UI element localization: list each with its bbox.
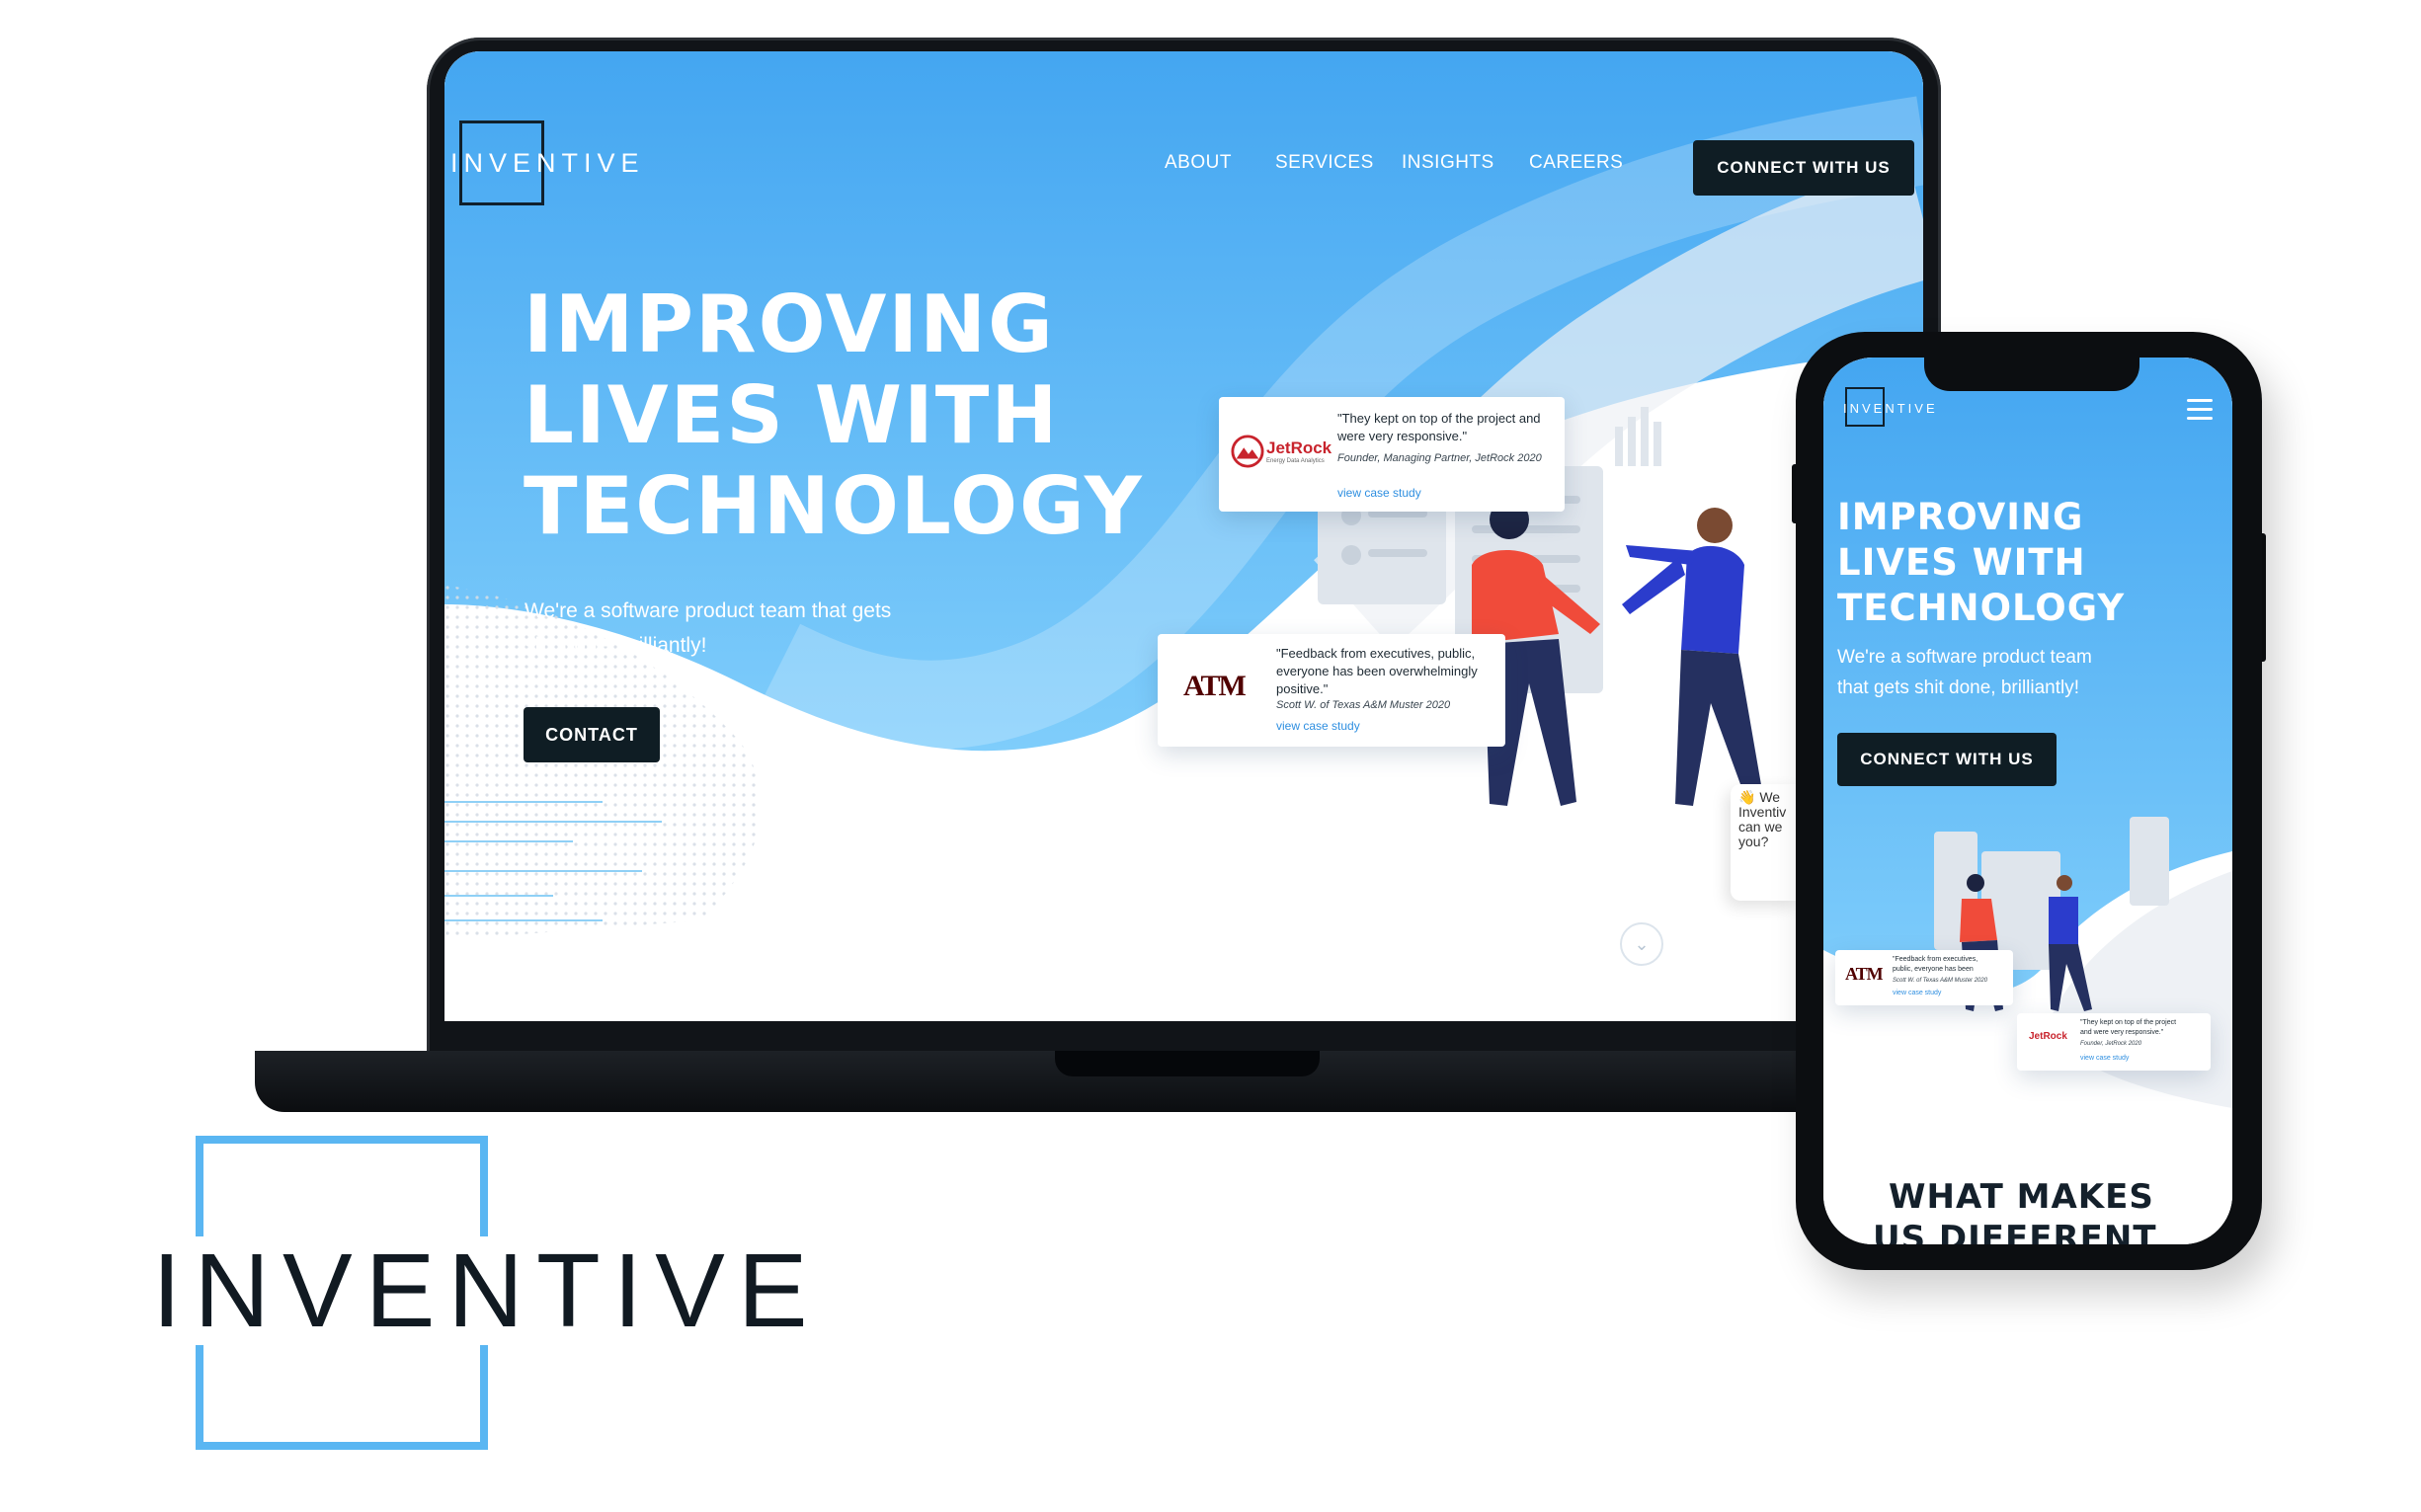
- nav-insights[interactable]: INSIGHTS: [1402, 152, 1494, 174]
- jetrock-quote-line-1: "They kept on top of the project and: [1337, 411, 1541, 426]
- mobile-tamu-author: Scott W. of Texas A&M Muster 2020: [1893, 978, 1988, 984]
- mobile-tamu-logo: ATM: [1845, 964, 1884, 984]
- hero-line-2: LIVES WITH: [524, 369, 1060, 461]
- jetrock-logo-text: JetRock: [1266, 438, 1332, 457]
- mobile-hero-background: [1823, 358, 2232, 1244]
- hero-subtitle-line-1: We're a software product team that gets: [525, 599, 892, 622]
- mobile-logo-text: INVENTIVE: [1843, 401, 1938, 416]
- mobile-testimonial-card-tamu: ATM "Feedback from executives, public, e…: [1835, 950, 2013, 1005]
- connect-with-us-button[interactable]: CONNECT WITH US: [1693, 140, 1914, 196]
- jetrock-logo-icon: [1231, 435, 1264, 468]
- jetrock-logo-tagline: Energy Data Analytics: [1266, 458, 1325, 464]
- mobile-section-heading-line-1: WHAT MAKES: [1889, 1177, 2154, 1217]
- hero-line-3: TECHNOLOGY: [524, 460, 1144, 552]
- nav-logo-text: INVENTIVE: [450, 148, 645, 178]
- jetrock-author: Founder, Managing Partner, JetRock 2020: [1337, 452, 1542, 464]
- tamu-quote-line-3: positive.": [1276, 681, 1329, 696]
- nav-careers[interactable]: CAREERS: [1529, 152, 1623, 174]
- phone-screen: INVENTIVE IMPROVING LIVES WITH TECHNOLOG…: [1823, 358, 2232, 1244]
- tamu-author: Scott W. of Texas A&M Muster 2020: [1276, 699, 1451, 711]
- brand-logo-wordmark: INVENTIVE: [150, 1233, 823, 1349]
- scroll-down-chevron-icon[interactable]: ⌄: [1620, 922, 1663, 966]
- tamu-logo: ATM: [1183, 670, 1247, 702]
- mobile-tamu-view-case-study-link[interactable]: view case study: [1893, 990, 1941, 996]
- hero-line-1: IMPROVING: [524, 279, 1055, 370]
- tamu-view-case-study-link[interactable]: view case study: [1276, 719, 1360, 733]
- mobile-testimonial-card-jetrock: JetRock "They kept on top of the project…: [2017, 1013, 2211, 1071]
- phone-notch: [1924, 352, 2139, 391]
- mobile-jetrock-view-case-study-link[interactable]: view case study: [2080, 1055, 2129, 1062]
- mobile-connect-with-us-button[interactable]: CONNECT WITH US: [1837, 733, 2057, 786]
- laptop-screen: INVENTIVE ABOUT SERVICES INSIGHTS CAREER…: [444, 51, 1923, 1021]
- mobile-hero-line-2: LIVES WITH: [1837, 541, 2086, 584]
- hero-subtitle-line-2: shit done, brilliantly!: [525, 634, 707, 657]
- tamu-quote-line-1: "Feedback from executives, public,: [1276, 646, 1476, 661]
- mobile-subtitle-line-1: We're a software product team: [1837, 647, 2092, 668]
- chat-widget[interactable]: 👋 We Inventiv can we you?: [1731, 784, 1800, 901]
- mobile-hero-line-3: TECHNOLOGY: [1837, 587, 2126, 629]
- nav-services[interactable]: SERVICES: [1275, 152, 1374, 174]
- mobile-tamu-quote-line-1: "Feedback from executives,: [1893, 956, 1978, 963]
- mobile-section-heading-line-2: US DIFFERENT: [1873, 1219, 2157, 1244]
- mobile-subtitle-line-2: that gets shit done, brilliantly!: [1837, 677, 2080, 698]
- laptop-notch: [1055, 1051, 1320, 1076]
- mobile-tamu-quote-line-2: public, everyone has been: [1893, 966, 1974, 973]
- menu-hamburger-icon[interactable]: [2187, 399, 2213, 426]
- mobile-jetrock-quote-line-2: and were very responsive.": [2080, 1029, 2164, 1036]
- contact-button[interactable]: CONTACT: [524, 707, 660, 762]
- jetrock-view-case-study-link[interactable]: view case study: [1337, 486, 1421, 500]
- mobile-hero-line-1: IMPROVING: [1837, 496, 2084, 538]
- testimonial-card-jetrock: JetRock Energy Data Analytics "They kept…: [1219, 397, 1565, 512]
- mobile-jetrock-author: Founder, JetRock 2020: [2080, 1041, 2142, 1047]
- mobile-jetrock-quote-line-1: "They kept on top of the project: [2080, 1019, 2177, 1026]
- nav-about[interactable]: ABOUT: [1165, 152, 1232, 174]
- mobile-jetrock-logo-text: JetRock: [2029, 1031, 2067, 1042]
- tamu-quote-line-2: everyone has been overwhelmingly: [1276, 664, 1478, 678]
- jetrock-quote-line-2: were very responsive.": [1337, 429, 1468, 443]
- testimonial-card-tamu: ATM "Feedback from executives, public, e…: [1158, 634, 1505, 747]
